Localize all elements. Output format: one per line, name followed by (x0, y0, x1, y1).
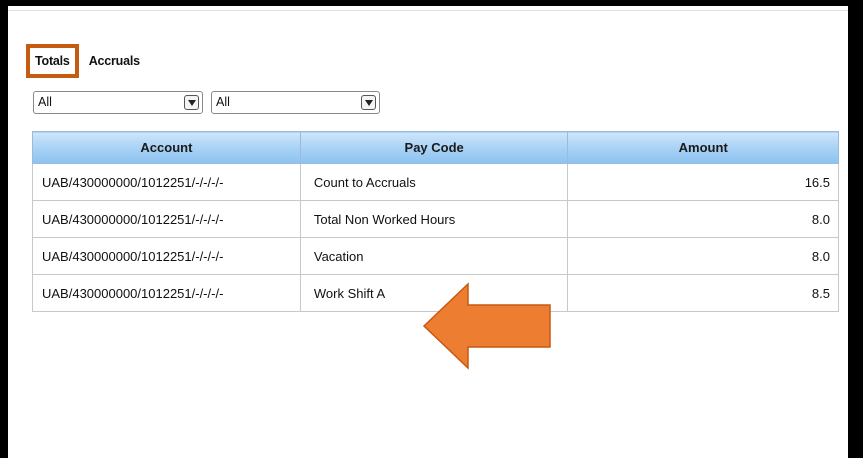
paycode-filter-value: All (216, 95, 230, 109)
chevron-down-icon[interactable] (184, 95, 199, 110)
account-filter-select[interactable]: All (33, 91, 203, 114)
timecard-totals-panel: Totals Accruals All All Account Pay Code… (8, 6, 848, 458)
pay-code-cell: Vacation (299, 237, 569, 275)
table-row[interactable]: UAB/430000000/1012251/-/-/-/- Vacation 8… (32, 237, 839, 275)
account-cell: UAB/430000000/1012251/-/-/-/- (32, 163, 301, 201)
column-header-pay-code[interactable]: Pay Code (299, 131, 569, 164)
chevron-down-icon[interactable] (361, 95, 376, 110)
amount-cell: 8.5 (567, 274, 839, 312)
tab-totals[interactable]: Totals (26, 44, 79, 78)
account-cell: UAB/430000000/1012251/-/-/-/- (32, 200, 301, 238)
paycode-filter-select[interactable]: All (211, 91, 380, 114)
account-filter-value: All (38, 95, 52, 109)
pay-code-cell: Total Non Worked Hours (299, 200, 569, 238)
left-arrow-icon (422, 282, 551, 370)
table-row[interactable]: UAB/430000000/1012251/-/-/-/- Total Non … (32, 200, 839, 238)
tab-bar: Totals Accruals (26, 44, 146, 78)
table-row[interactable]: UAB/430000000/1012251/-/-/-/- Count to A… (32, 163, 839, 201)
column-header-amount[interactable]: Amount (567, 131, 839, 164)
account-cell: UAB/430000000/1012251/-/-/-/- (32, 274, 301, 312)
amount-cell: 16.5 (567, 163, 839, 201)
amount-cell: 8.0 (567, 237, 839, 275)
account-cell: UAB/430000000/1012251/-/-/-/- (32, 237, 301, 275)
top-divider (8, 6, 848, 11)
table-header-row: Account Pay Code Amount (32, 131, 839, 164)
column-header-account[interactable]: Account (32, 131, 301, 164)
filter-bar: All All (33, 91, 380, 114)
tab-accruals[interactable]: Accruals (83, 44, 146, 78)
pay-code-cell: Count to Accruals (299, 163, 569, 201)
amount-cell: 8.0 (567, 200, 839, 238)
